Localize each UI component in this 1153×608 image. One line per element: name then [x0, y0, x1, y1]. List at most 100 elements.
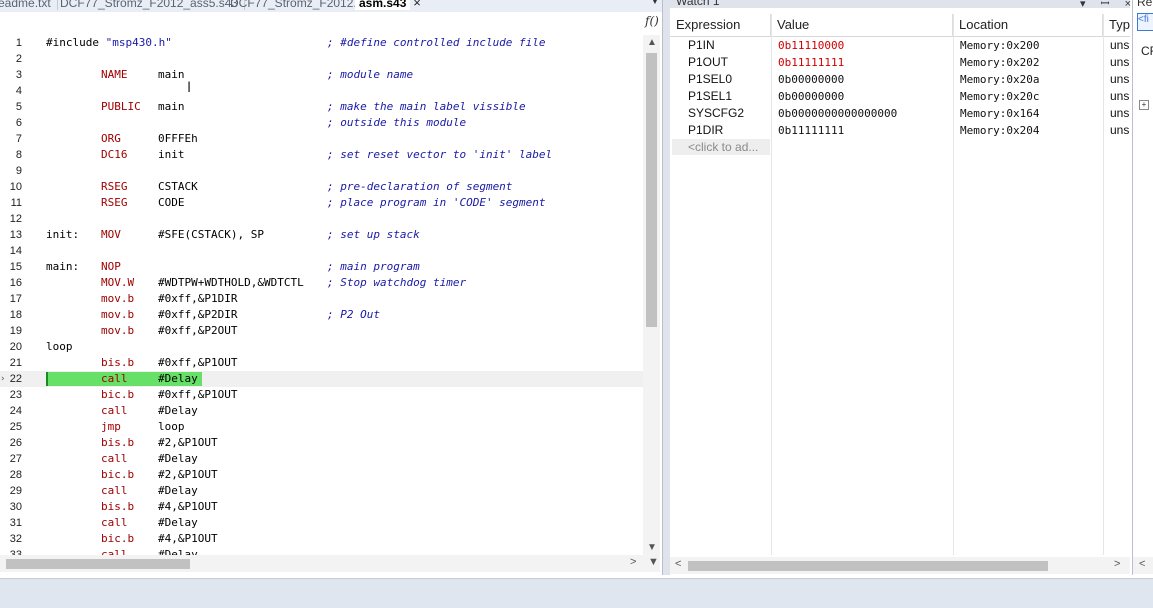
line-number[interactable]: 21: [0, 355, 22, 371]
code-line[interactable]: 23 bic.b #0xff,&P1OUT: [0, 387, 643, 403]
code-line[interactable]: 31 call #Delay: [0, 515, 643, 531]
code-line[interactable]: 3 NAME main ; module name: [0, 67, 643, 83]
tab-close-icon[interactable]: ×: [410, 0, 424, 10]
code-line[interactable]: 17 mov.b #0xff,&P1DIR: [0, 291, 643, 307]
line-number[interactable]: 29: [0, 483, 22, 499]
code-line[interactable]: 24 call #Delay: [0, 403, 643, 419]
line-number[interactable]: 4: [0, 83, 22, 99]
watch-row[interactable]: P1SEL1 0b00000000 Memory:0x20c uns: [670, 88, 1130, 105]
line-number[interactable]: 11: [0, 195, 22, 211]
code-line[interactable]: 12: [0, 211, 643, 227]
code-line[interactable]: 20 loop: [0, 339, 643, 355]
editor-vertical-scrollbar[interactable]: ▲ ▼: [643, 35, 660, 555]
code-line[interactable]: 4: [0, 83, 643, 99]
line-number[interactable]: 9: [0, 163, 22, 179]
watch-value[interactable]: 0b00000000: [778, 71, 953, 88]
column-type[interactable]: Typ: [1103, 14, 1130, 36]
code-line[interactable]: 2: [0, 51, 643, 67]
line-number[interactable]: 27: [0, 451, 22, 467]
line-number[interactable]: 28: [0, 467, 22, 483]
tab-list-dropdown-icon[interactable]: ▼: [650, 0, 660, 7]
code-line[interactable]: 6 ; outside this module: [0, 115, 643, 131]
watch-expression[interactable]: P1IN: [688, 37, 771, 54]
watch-horizontal-scrollbar[interactable]: < >: [670, 557, 1130, 574]
code-line[interactable]: 7 ORG 0FFFEh: [0, 131, 643, 147]
code-line[interactable]: 30 bis.b #4,&P1OUT: [0, 499, 643, 515]
line-number[interactable]: 30: [0, 499, 22, 515]
line-number[interactable]: 3: [0, 67, 22, 83]
watch-expression[interactable]: P1SEL1: [688, 88, 771, 105]
line-number[interactable]: 33: [0, 547, 22, 555]
code-line[interactable]: 13 init: MOV #SFE(CSTACK), SP ; set up stack: [0, 227, 643, 243]
code-line[interactable]: 11 RSEG CODE ; place program in 'CODE' segm…: [0, 195, 643, 211]
scroll-down-small-icon[interactable]: ▼: [648, 556, 659, 568]
line-number[interactable]: 22: [0, 371, 22, 387]
code-line[interactable]: 27 call #Delay: [0, 451, 643, 467]
code-line[interactable]: 25 jmp loop: [0, 419, 643, 435]
line-number[interactable]: 26: [0, 435, 22, 451]
line-number[interactable]: 15: [0, 259, 22, 275]
line-number[interactable]: 10: [0, 179, 22, 195]
watch-row[interactable]: P1SEL0 0b00000000 Memory:0x20a uns: [670, 71, 1130, 88]
column-value[interactable]: Value: [771, 14, 953, 36]
watch-expression[interactable]: P1SEL0: [688, 71, 771, 88]
code-line[interactable]: 16 MOV.W #WDTPW+WDTHOLD,&WDTCTL ; Stop watc…: [0, 275, 643, 291]
code-line[interactable]: 8 DC16 init ; set reset vector to 'init' la…: [0, 147, 643, 163]
tab-dcf77-c[interactable]: DCF77_Stromz_F2012.c: [230, 0, 370, 10]
code-line[interactable]: 19 mov.b #0xff,&P2OUT: [0, 323, 643, 339]
line-number[interactable]: 2: [0, 51, 22, 67]
watch-expression[interactable]: P1OUT: [688, 54, 771, 71]
watch-expression[interactable]: SYSCFG2: [688, 105, 771, 122]
scroll-right-icon[interactable]: >: [1114, 558, 1120, 570]
register-filter-combo[interactable]: <fi: [1137, 13, 1153, 31]
code-line[interactable]: 10 RSEG CSTACK ; pre-declaration of segment: [0, 179, 643, 195]
code-line[interactable]: 15 main: NOP ; main program: [0, 259, 643, 275]
line-number[interactable]: 12: [0, 211, 22, 227]
function-navigator-icon[interactable]: f(): [645, 14, 659, 28]
line-number[interactable]: 17: [0, 291, 22, 307]
column-expression[interactable]: Expression: [670, 14, 771, 36]
column-location[interactable]: Location: [953, 14, 1103, 36]
scroll-down-icon[interactable]: ▼: [647, 542, 657, 553]
line-number[interactable]: 18: [0, 307, 22, 323]
editor-vertical-scroll-thumb[interactable]: [646, 53, 657, 327]
watch-row[interactable]: SYSCFG2 0b0000000000000000 Memory:0x164 uns: [670, 105, 1130, 122]
tab-readme[interactable]: eadme.txt: [0, 0, 58, 10]
line-number[interactable]: 24: [0, 403, 22, 419]
code-editor[interactable]: 1 #include "msp430.h" ; #define controlled…: [0, 35, 643, 555]
scroll-up-icon[interactable]: ▲: [647, 37, 657, 48]
line-number[interactable]: 31: [0, 515, 22, 531]
code-line[interactable]: 14: [0, 243, 643, 259]
line-number[interactable]: 16: [0, 275, 22, 291]
add-expression-field[interactable]: <click to ad...: [672, 139, 770, 155]
watch-value[interactable]: 0b11110000: [778, 37, 953, 54]
watch-value[interactable]: 0b00000000: [778, 88, 953, 105]
line-number[interactable]: 8: [0, 147, 22, 163]
code-line[interactable]: 33 call #Delay: [0, 547, 643, 555]
code-line[interactable]: 18 mov.b #0xff,&P2DIR ; P2 Out: [0, 307, 643, 323]
tab-dcf77-ass5[interactable]: DCF77_Stromz_F2012_ass5.s43: [60, 0, 246, 10]
code-line[interactable]: › 22 call #Delay: [0, 371, 643, 387]
watch-value[interactable]: 0b0000000000000000: [778, 105, 953, 122]
scroll-left-icon[interactable]: <: [675, 558, 681, 570]
line-number[interactable]: 7: [0, 131, 22, 147]
watch-value[interactable]: 0b11111111: [778, 122, 953, 139]
scroll-right-icon[interactable]: >: [630, 556, 636, 568]
watch-row[interactable]: P1IN 0b11110000 Memory:0x200 uns: [670, 37, 1130, 54]
code-line[interactable]: 32 bic.b #4,&P1OUT: [0, 531, 643, 547]
pane-splitter[interactable]: [662, 0, 670, 575]
watch-expression[interactable]: P1DIR: [688, 122, 771, 139]
registers-scrollbar[interactable]: <: [1133, 557, 1153, 574]
line-number[interactable]: 5: [0, 99, 22, 115]
code-line[interactable]: 28 bic.b #2,&P1OUT: [0, 467, 643, 483]
editor-horizontal-scrollbar[interactable]: > ▼: [0, 555, 660, 572]
code-line[interactable]: 5 PUBLIC main ; make the main label vissibl…: [0, 99, 643, 115]
line-number[interactable]: 14: [0, 243, 22, 259]
editor-horizontal-scroll-thumb[interactable]: [6, 559, 190, 569]
line-number[interactable]: 25: [0, 419, 22, 435]
line-number[interactable]: 6: [0, 115, 22, 131]
code-line[interactable]: 21 bis.b #0xff,&P1OUT: [0, 355, 643, 371]
watch-horizontal-scroll-thumb[interactable]: [688, 561, 1048, 571]
scroll-left-icon[interactable]: <: [1139, 558, 1145, 570]
line-number[interactable]: 19: [0, 323, 22, 339]
